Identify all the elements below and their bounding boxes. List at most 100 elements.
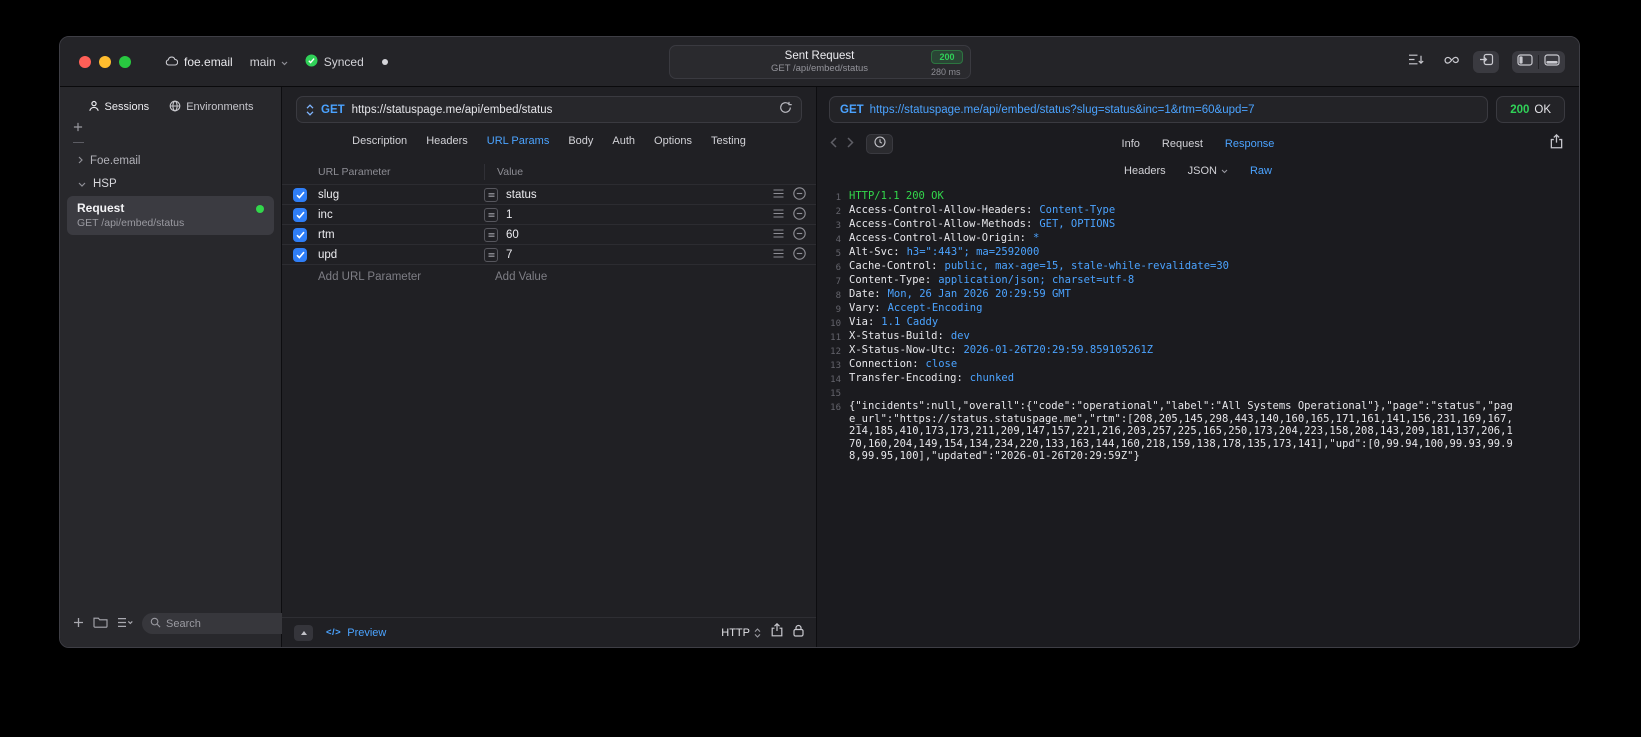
share-icon: [1550, 133, 1563, 154]
activity-log-button[interactable]: [1403, 51, 1429, 73]
reorder-handle-icon[interactable]: [773, 208, 784, 221]
subtab-json[interactable]: JSON: [1188, 165, 1228, 177]
sync-loop-button[interactable]: [1438, 51, 1464, 73]
tab-description[interactable]: Description: [352, 135, 407, 147]
param-name-field[interactable]: slug: [318, 189, 484, 201]
sync-loop-icon: [1443, 53, 1460, 71]
response-method: GET: [840, 103, 864, 116]
import-request-button[interactable]: [1473, 50, 1499, 73]
reorder-handle-icon[interactable]: [773, 188, 784, 201]
toggle-bottom-panel-button[interactable]: [1539, 51, 1565, 73]
line-number: 16: [830, 402, 841, 413]
sent-request-title: Sent Request: [784, 50, 855, 62]
app-window: foe.email main Synced Sent Request GET /…: [59, 36, 1580, 648]
minimize-window-button[interactable]: [99, 55, 111, 68]
tab-sessions[interactable]: Sessions: [88, 100, 149, 114]
url-params-table: URL Parameter Value slug status inc 1 rt…: [282, 159, 816, 617]
export-response-button[interactable]: [1550, 133, 1563, 154]
close-window-button[interactable]: [79, 55, 91, 68]
tab-body[interactable]: Body: [568, 135, 593, 147]
param-name-field[interactable]: inc: [318, 209, 484, 221]
code-preview-button[interactable]: </> Preview: [326, 627, 386, 639]
header-key: Content-Type:: [849, 274, 932, 286]
line-number: 1: [835, 192, 841, 203]
refresh-icon: [779, 101, 792, 119]
param-checkbox[interactable]: [293, 207, 307, 222]
reorder-handle-icon[interactable]: [773, 248, 784, 261]
protocol-selector[interactable]: HTTP: [721, 627, 761, 639]
response-line: 1 HTTP/1.1 200 OK: [825, 190, 1513, 204]
history-forward-button[interactable]: [847, 135, 854, 153]
subtab-headers[interactable]: Headers: [1124, 165, 1166, 177]
remove-row-button[interactable]: [793, 226, 806, 243]
lock-request-button[interactable]: [793, 624, 804, 642]
tree-group-hsp[interactable]: HSP: [60, 172, 281, 195]
collapse-handle[interactable]: [73, 142, 84, 143]
line-number: 9: [835, 304, 841, 315]
line-number: 2: [835, 206, 841, 217]
toggle-left-sidebar-button[interactable]: [1512, 51, 1538, 73]
tab-request[interactable]: Request: [1162, 138, 1203, 150]
history-back-button[interactable]: [830, 135, 837, 153]
add-tab-button[interactable]: [73, 119, 83, 136]
reorder-handle-icon[interactable]: [773, 228, 784, 241]
sent-request-pill[interactable]: Sent Request GET /api/embed/status 200 2…: [668, 45, 971, 79]
resend-request-button[interactable]: [779, 101, 792, 119]
param-value-field[interactable]: status: [506, 189, 773, 201]
sync-status[interactable]: Synced: [305, 54, 364, 70]
tab-options[interactable]: Options: [654, 135, 692, 147]
history-button[interactable]: [866, 134, 893, 154]
subtab-raw[interactable]: Raw: [1250, 165, 1272, 177]
expand-panel-button[interactable]: [294, 624, 313, 641]
request-list-item-selected[interactable]: Request GET /api/embed/status: [67, 196, 274, 235]
tab-environments[interactable]: Environments: [169, 100, 253, 114]
param-name-field[interactable]: rtm: [318, 229, 484, 241]
remove-row-button[interactable]: [793, 246, 806, 263]
param-checkbox[interactable]: [293, 187, 307, 202]
tab-auth[interactable]: Auth: [612, 135, 635, 147]
param-checkbox[interactable]: [293, 247, 307, 262]
project-name: foe.email: [184, 54, 233, 69]
tab-environments-label: Environments: [186, 101, 254, 113]
window-controls: [79, 55, 131, 68]
titlebar: foe.email main Synced Sent Request GET /…: [60, 37, 1579, 87]
tab-response[interactable]: Response: [1225, 138, 1275, 150]
add-param-value-placeholder[interactable]: Add Value: [495, 271, 547, 283]
param-name-field[interactable]: upd: [318, 249, 484, 261]
branch-selector[interactable]: main: [250, 55, 288, 69]
param-value-field[interactable]: 1: [506, 209, 773, 221]
request-method[interactable]: GET: [321, 104, 345, 116]
sidebar-tabs: Sessions Environments: [60, 87, 281, 114]
status-text: OK: [1534, 103, 1551, 116]
header-key: X-Status-Build:: [849, 330, 944, 342]
response-line: 3 Access-Control-Allow-Methods: GET, OPTIO…: [825, 218, 1513, 232]
line-number: 7: [835, 276, 841, 287]
request-url-input[interactable]: https://statuspage.me/api/embed/status: [352, 104, 772, 116]
tree-group-foe-email[interactable]: Foe.email: [60, 149, 281, 172]
project-switcher[interactable]: foe.email: [165, 55, 233, 69]
tab-url-params[interactable]: URL Params: [487, 135, 550, 147]
response-tabs: Info Request Response: [1122, 138, 1275, 150]
add-param-name-placeholder[interactable]: Add URL Parameter: [318, 271, 495, 283]
param-value-field[interactable]: 60: [506, 229, 773, 241]
zoom-window-button[interactable]: [119, 55, 131, 68]
check-circle-icon: [305, 54, 318, 70]
add-request-button[interactable]: [73, 615, 84, 633]
line-number: 15: [830, 388, 841, 399]
param-checkbox[interactable]: [293, 227, 307, 242]
http-status-line: HTTP/1.1 200 OK: [849, 190, 944, 202]
line-number: 13: [830, 360, 841, 371]
equals-icon: [484, 187, 498, 202]
view-options-button[interactable]: [117, 615, 133, 633]
param-value-field[interactable]: 7: [506, 249, 773, 261]
remove-row-button[interactable]: [793, 206, 806, 223]
tab-headers[interactable]: Headers: [426, 135, 468, 147]
tab-testing[interactable]: Testing: [711, 135, 746, 147]
branch-name: main: [249, 54, 276, 69]
tab-info[interactable]: Info: [1122, 138, 1140, 150]
remove-row-button[interactable]: [793, 186, 806, 203]
share-request-button[interactable]: [771, 622, 783, 642]
method-selector-icon[interactable]: [306, 103, 314, 116]
new-folder-button[interactable]: [93, 615, 108, 633]
